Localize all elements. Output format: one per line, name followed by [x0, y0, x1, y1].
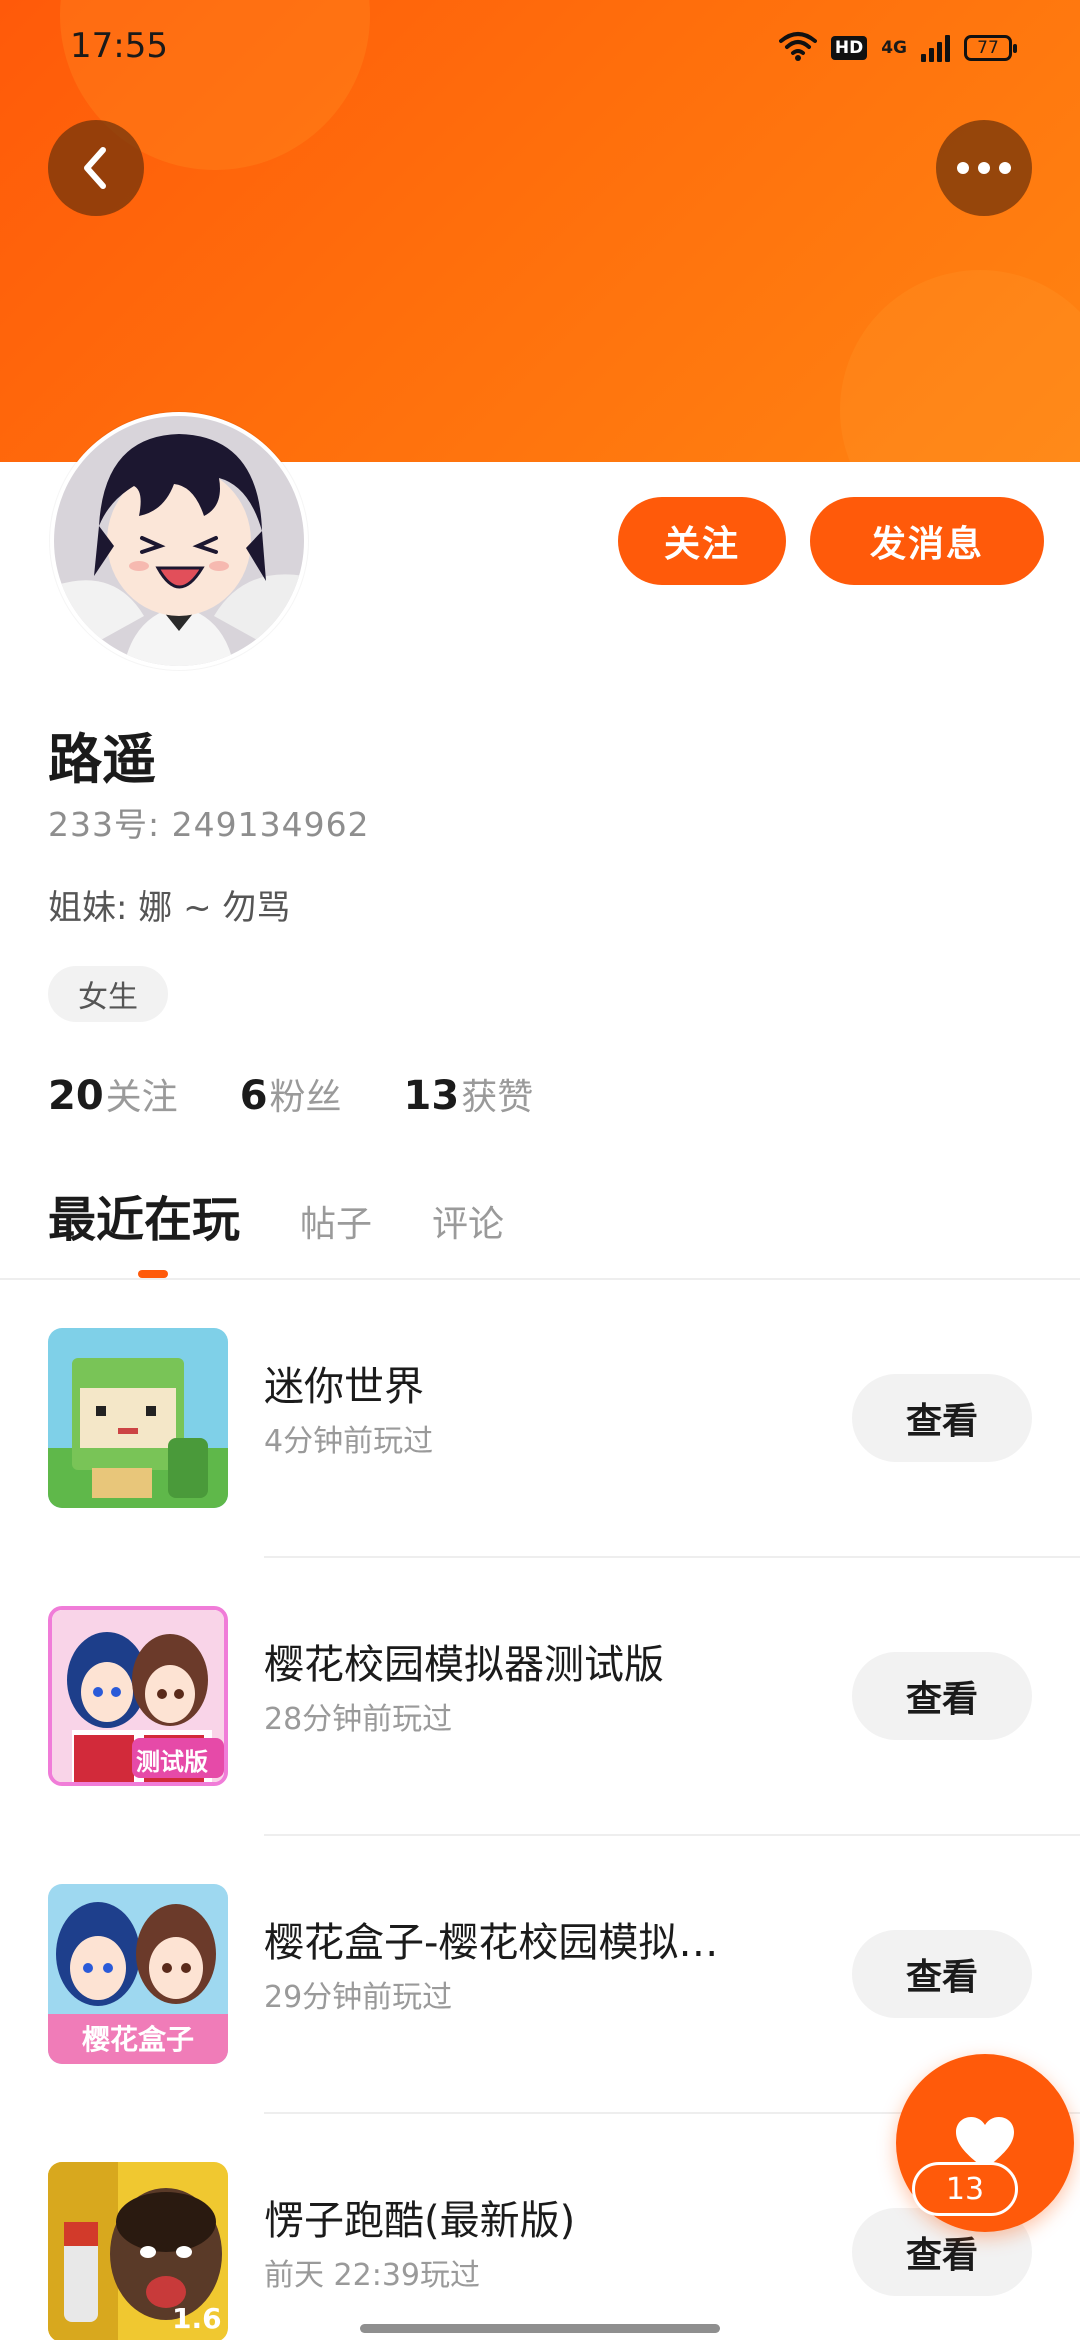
- network-type: 4G: [881, 38, 907, 58]
- stat-following[interactable]: 20关注: [48, 1068, 178, 1120]
- game-icon-badge: 测试版: [136, 1748, 208, 1776]
- chevron-left-icon: [84, 147, 106, 189]
- wifi-icon: [778, 31, 817, 65]
- game-icon: [48, 1328, 228, 1508]
- list-item[interactable]: 测试版 樱花校园模拟器测试版 28分钟前玩过 查看: [0, 1558, 1080, 1836]
- more-dots-icon: [957, 162, 1011, 174]
- game-icon: 1.6: [48, 2162, 228, 2340]
- like-count-badge: 13: [912, 2162, 1018, 2216]
- game-played-time: 前天 22:39玩过: [264, 2258, 480, 2293]
- game-icon: 樱花盒子: [48, 1884, 228, 2064]
- game-title: 樱花校园模拟器测试版: [264, 1642, 664, 1688]
- list-item[interactable]: 樱花盒子 樱花盒子-樱花校园模拟… 29分钟前玩过 查看: [0, 1836, 1080, 2114]
- tab-comments[interactable]: 评论: [432, 1195, 504, 1247]
- profile-name: 路遥: [48, 728, 156, 791]
- battery-icon: 77: [964, 35, 1017, 61]
- view-button[interactable]: 查看: [852, 1374, 1032, 1462]
- profile-page: 17:55 HD 4G 77 关注 发消息 路遥 233号: 249134962…: [0, 0, 1080, 2340]
- send-message-button[interactable]: 发消息: [810, 497, 1044, 585]
- status-time: 17:55: [70, 26, 168, 66]
- tab-posts[interactable]: 帖子: [300, 1195, 372, 1247]
- profile-uid: 233号: 249134962: [48, 805, 370, 844]
- profile-stats: 20关注 6粉丝 13获赞: [48, 1068, 533, 1120]
- tab-recently-played[interactable]: 最近在玩: [48, 1180, 240, 1250]
- game-title: 迷你世界: [264, 1364, 424, 1410]
- home-indicator[interactable]: [360, 2324, 720, 2333]
- stat-number: 6: [239, 1073, 268, 1119]
- signal-icon: [921, 34, 950, 62]
- game-icon: 测试版: [48, 1606, 228, 1786]
- status-icons: HD 4G 77: [778, 30, 1017, 66]
- stat-likes[interactable]: 13获赞: [404, 1068, 534, 1120]
- game-played-time: 28分钟前玩过: [264, 1702, 453, 1737]
- stat-fans[interactable]: 6粉丝: [240, 1068, 342, 1120]
- game-title: 愣子跑酷(最新版): [264, 2198, 576, 2244]
- view-button[interactable]: 查看: [852, 1930, 1032, 2018]
- stat-label: 粉丝: [269, 1077, 342, 1118]
- stat-label: 关注: [105, 1077, 178, 1118]
- tab-active-indicator: [138, 1270, 168, 1278]
- game-title: 樱花盒子-樱花校园模拟…: [264, 1920, 719, 1966]
- back-button[interactable]: [48, 120, 144, 216]
- profile-tabs: 最近在玩 帖子 评论: [48, 1180, 504, 1250]
- hd-badge: HD: [830, 36, 868, 60]
- stat-label: 获赞: [461, 1077, 534, 1118]
- game-played-time: 29分钟前玩过: [264, 1980, 453, 2015]
- follow-button[interactable]: 关注: [618, 497, 786, 585]
- view-button[interactable]: 查看: [852, 1652, 1032, 1740]
- game-played-time: 4分钟前玩过: [264, 1424, 434, 1459]
- gender-tag: 女生: [48, 966, 168, 1022]
- list-item[interactable]: 迷你世界 4分钟前玩过 查看: [0, 1280, 1080, 1558]
- stat-number: 13: [403, 1073, 460, 1119]
- avatar[interactable]: [50, 412, 308, 670]
- status-bar: 17:55 HD 4G 77: [0, 0, 1080, 96]
- battery-level: 77: [977, 38, 999, 58]
- avatar-image: [54, 416, 304, 666]
- more-button[interactable]: [936, 120, 1032, 216]
- game-icon-badge: 樱花盒子: [81, 2023, 194, 2056]
- banner-decoration: [840, 270, 1080, 462]
- stat-number: 20: [48, 1073, 104, 1119]
- game-icon-badge: 1.6: [172, 2302, 222, 2335]
- profile-bio: 姐妹: 娜 ~ 勿骂: [48, 888, 291, 928]
